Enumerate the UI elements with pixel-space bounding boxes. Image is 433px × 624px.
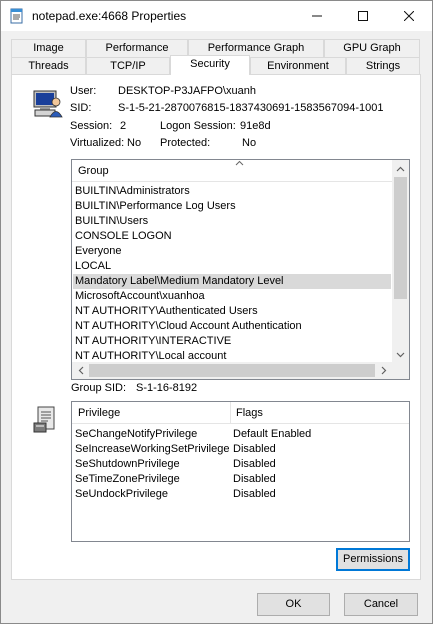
privilege-name: SeUndockPrivilege [75,488,168,500]
privilege-flags: Default Enabled [233,428,312,440]
permissions-button[interactable]: Permissions [336,548,410,571]
privilege-name: SeShutdownPrivilege [75,458,180,470]
tab-environment[interactable]: Environment [250,57,346,75]
privilege-row[interactable]: SeTimeZonePrivilege Disabled [73,472,408,487]
privilege-row[interactable]: SeUndockPrivilege Disabled [73,487,408,502]
logon-session-value: 91e8d [240,120,271,132]
group-row[interactable]: BUILTIN\Users [73,214,391,229]
tab-gpu-graph[interactable]: GPU Graph [324,39,420,57]
ok-button[interactable]: OK [257,593,330,616]
scroll-right-icon[interactable] [375,362,392,379]
tab-tcpip[interactable]: TCP/IP [86,57,170,75]
group-row[interactable]: Everyone [73,244,391,259]
privilege-row[interactable]: SeShutdownPrivilege Disabled [73,457,408,472]
groups-list[interactable]: Group BUILTIN\Administrators BUILTIN\Perf… [71,159,410,380]
group-sid-value: S-1-16-8192 [136,382,198,394]
group-row[interactable]: BUILTIN\Administrators [73,184,391,199]
privilege-flags: Disabled [233,488,276,500]
properties-window: notepad.exe:4668 Properties Image Perfor… [0,0,433,624]
user-label: User: [70,85,97,97]
sid-value: S-1-5-21-2870076815-1837430691-158356709… [118,102,384,114]
group-row[interactable]: NT AUTHORITY\Authenticated Users [73,304,391,319]
privilege-name: SeChangeNotifyPrivilege [75,428,198,440]
privilege-flags: Disabled [233,443,276,455]
groups-hscroll-thumb[interactable] [89,364,375,377]
scrollbar-corner [392,362,409,379]
user-computer-icon [32,89,64,122]
group-row[interactable]: NT AUTHORITY\Cloud Account Authenticatio… [73,319,391,334]
virtualized-value: No [127,137,142,149]
scroll-left-icon[interactable] [72,362,89,379]
groups-vscroll-thumb[interactable] [394,177,407,299]
privilege-flags: Disabled [233,473,276,485]
title-bar[interactable]: notepad.exe:4668 Properties [1,1,432,31]
group-row[interactable]: MicrosoftAccount\xuanhoa [73,289,391,304]
flags-column-label[interactable]: Flags [236,407,263,419]
privilege-document-icon [32,405,60,438]
maximize-button[interactable] [340,1,386,31]
group-column-label: Group [78,165,109,177]
group-row[interactable]: NT AUTHORITY\INTERACTIVE [73,334,391,349]
scroll-down-icon[interactable] [392,346,409,363]
minimize-button[interactable] [294,1,340,31]
maximize-icon [358,11,368,21]
privilege-flags: Disabled [233,458,276,470]
session-label: Session: [70,120,113,132]
scroll-up-icon[interactable] [392,160,409,177]
cancel-button[interactable]: Cancel [344,593,418,616]
sort-ascending-icon [235,160,244,166]
privilege-name: SeIncreaseWorkingSetPrivilege [75,443,230,455]
group-row[interactable]: CONSOLE LOGON [73,229,391,244]
protected-label: Protected: [160,137,211,149]
session-value: 2 [120,120,127,132]
privileges-list[interactable]: Privilege Flags SeChangeNotifyPrivilege D… [71,401,410,542]
notepad-app-icon [9,8,25,24]
protected-value: No [242,137,257,149]
close-icon [404,11,414,21]
virtualized-label: Virtualized: [70,137,125,149]
privilege-row[interactable]: SeChangeNotifyPrivilege Default Enabled [73,427,408,442]
group-row[interactable]: BUILTIN\Performance Log Users [73,199,391,214]
group-row[interactable]: Mandatory Label\Medium Mandatory Level [73,274,391,289]
security-panel: User: DESKTOP-P3JAFPO\xuanh SID: S-1-5-2… [11,74,421,580]
tab-security[interactable]: Security [170,55,250,75]
privilege-column-label[interactable]: Privilege [78,407,120,419]
privileges-column-header: Privilege Flags [72,402,409,424]
privilege-row[interactable]: SeIncreaseWorkingSetPrivilege Disabled [73,442,408,457]
tab-image[interactable]: Image [11,39,86,57]
privilege-name: SeTimeZonePrivilege [75,473,180,485]
tab-threads[interactable]: Threads [11,57,86,75]
sid-label: SID: [70,102,92,114]
group-sid-label: Group SID: [71,382,127,394]
groups-horizontal-scrollbar[interactable] [72,362,392,379]
window-title: notepad.exe:4668 Properties [32,9,187,23]
logon-session-label: Logon Session: [160,120,236,132]
minimize-icon [312,15,322,17]
close-button[interactable] [386,1,432,31]
tab-row-bottom: Threads TCP/IP Security Environment Stri… [11,55,421,75]
column-divider[interactable] [230,402,231,424]
user-value: DESKTOP-P3JAFPO\xuanh [118,85,256,97]
group-row[interactable]: LOCAL [73,259,391,274]
tab-strings[interactable]: Strings [346,57,420,75]
groups-vertical-scrollbar[interactable] [392,160,409,363]
groups-column-header[interactable]: Group [72,160,392,182]
